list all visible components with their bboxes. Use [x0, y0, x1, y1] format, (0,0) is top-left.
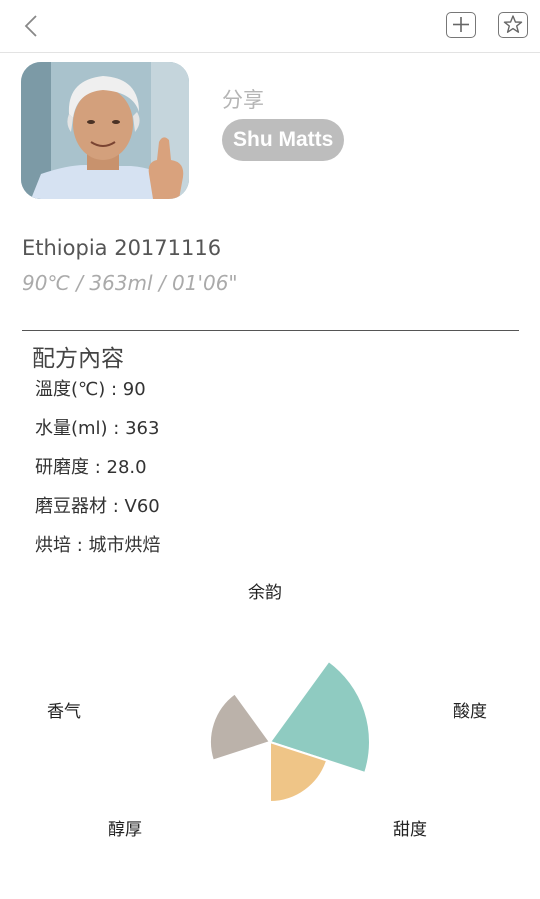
axis-label-aroma: 香气 [47, 702, 81, 722]
recipe-item-roast: 烘培 : 城市烘焙 [35, 535, 161, 556]
user-name-chip[interactable]: Shu Matts [222, 119, 345, 161]
avatar-photo [21, 62, 189, 199]
recipe-item-dripper: 磨豆器材 : V60 [35, 496, 160, 517]
axis-label-sweetness: 甜度 [393, 820, 427, 840]
recipe-list: 溫度(℃) : 90 水量(ml) : 363 研磨度 : 28.0 磨豆器材 … [35, 376, 161, 571]
recipe-item-grind: 研磨度 : 28.0 [35, 457, 147, 478]
user-avatar[interactable] [21, 62, 189, 199]
chevron-left-icon [24, 15, 37, 37]
flavor-sector-aroma [209, 692, 272, 762]
top-bar [0, 0, 540, 53]
section-divider [22, 330, 519, 331]
axis-label-acidity: 酸度 [453, 702, 487, 722]
plus-icon [453, 17, 469, 32]
recipe-item-water: 水量(ml) : 363 [35, 418, 160, 439]
brew-summary: 90℃ / 363ml / 01'06" [22, 271, 238, 295]
axis-label-body: 醇厚 [108, 820, 142, 840]
add-button[interactable] [446, 12, 476, 38]
star-icon [503, 15, 523, 33]
share-label: 分享 [222, 88, 264, 112]
favorite-button[interactable] [498, 12, 528, 38]
recipe-item-temperature: 溫度(℃) : 90 [35, 379, 146, 400]
bean-title: Ethiopia 20171116 [22, 236, 222, 260]
axis-label-aftertaste: 余韵 [248, 583, 282, 603]
flavor-chart: 余韵 酸度 甜度 醇厚 香气 [0, 570, 540, 870]
recipe-section-title: 配方內容 [32, 346, 124, 372]
back-button[interactable] [18, 10, 48, 42]
